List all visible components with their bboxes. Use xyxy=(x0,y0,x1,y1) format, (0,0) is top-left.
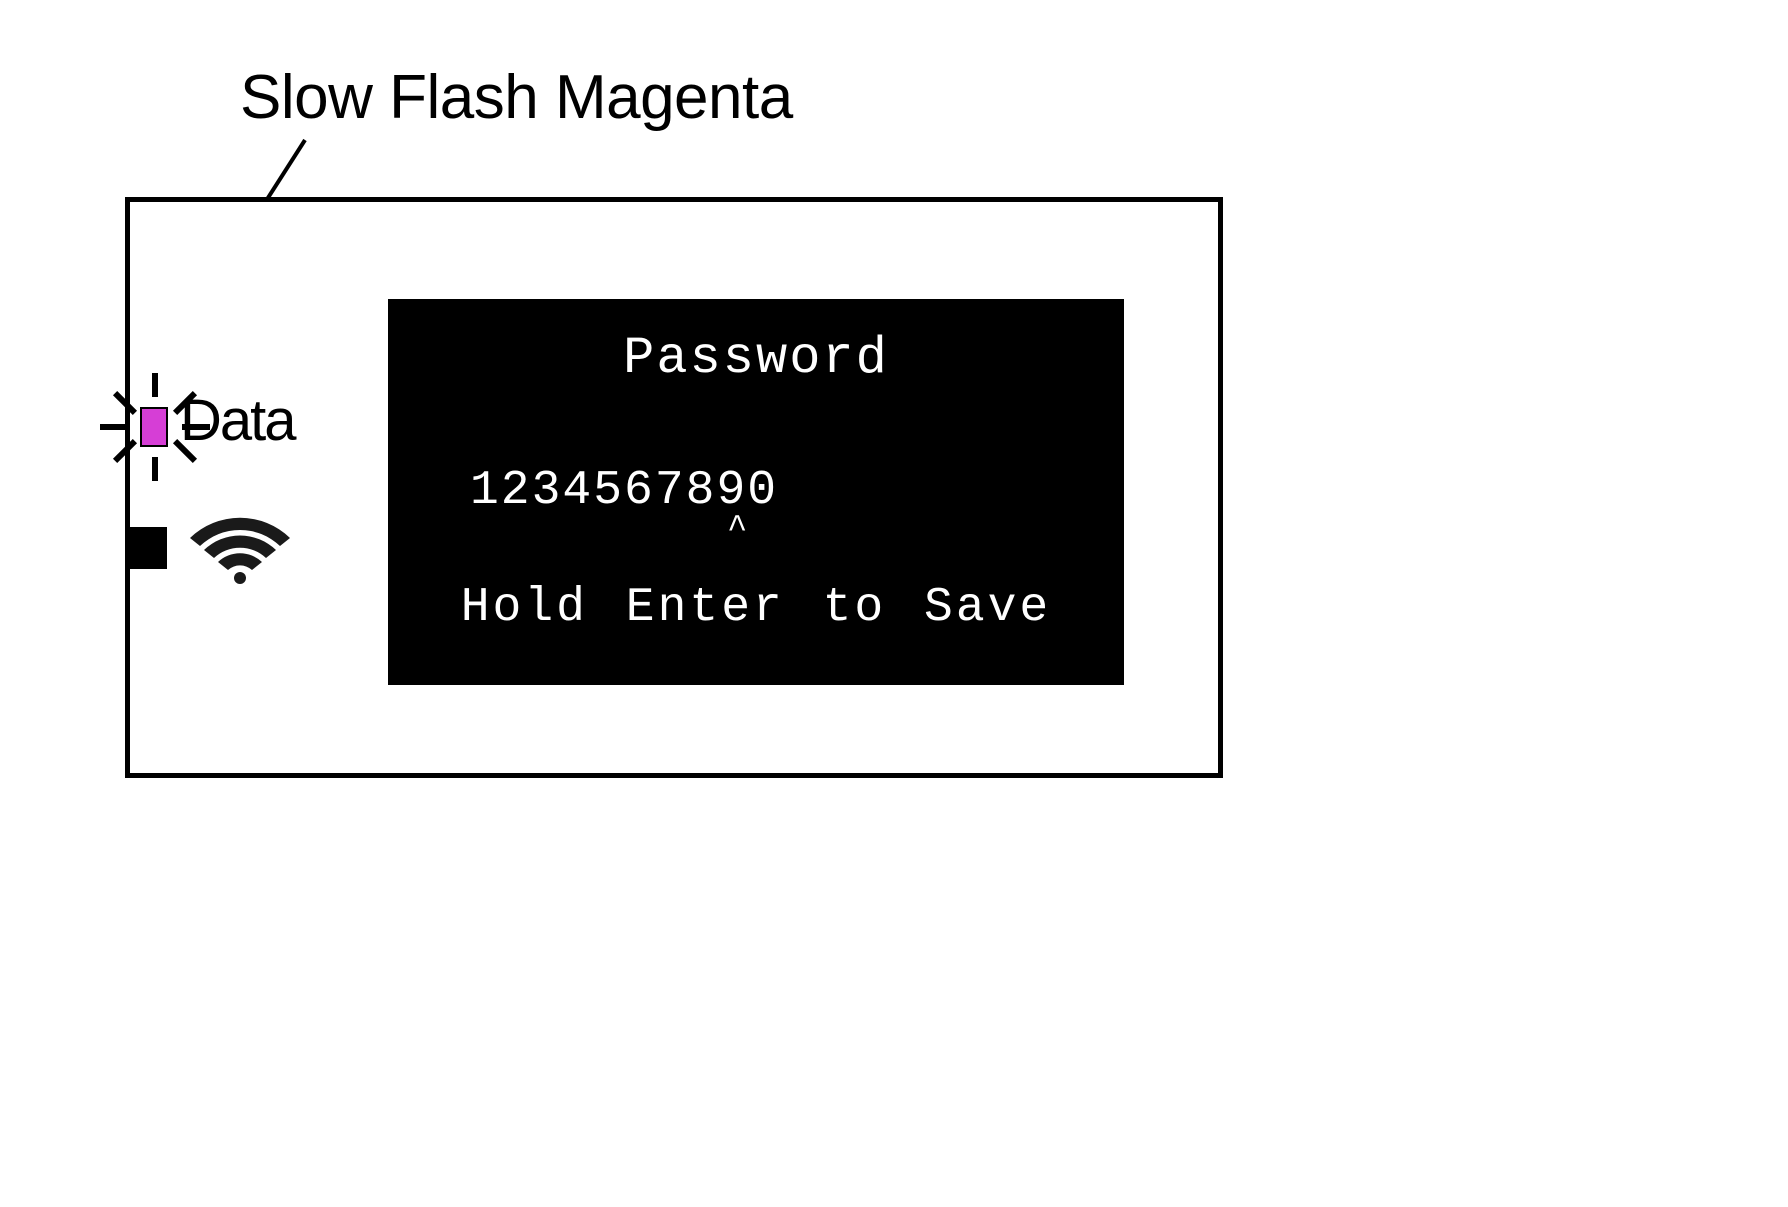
device-display: Password 1234567890 ^ Hold Enter to Save xyxy=(388,299,1124,685)
wifi-icon xyxy=(190,512,290,592)
cursor-caret-icon: ^ xyxy=(727,511,749,549)
square-indicator-icon xyxy=(125,527,167,569)
led-core-icon xyxy=(140,407,168,447)
password-input-value[interactable]: 1234567890 xyxy=(470,464,778,518)
callout-label: Slow Flash Magenta xyxy=(240,62,793,133)
screen-title: Password xyxy=(388,329,1124,388)
device-frame: Data Password 1234567890 ^ Hold Enter to… xyxy=(125,197,1223,778)
screen-instruction: Hold Enter to Save xyxy=(388,581,1124,635)
data-led-label: Data xyxy=(180,387,295,454)
